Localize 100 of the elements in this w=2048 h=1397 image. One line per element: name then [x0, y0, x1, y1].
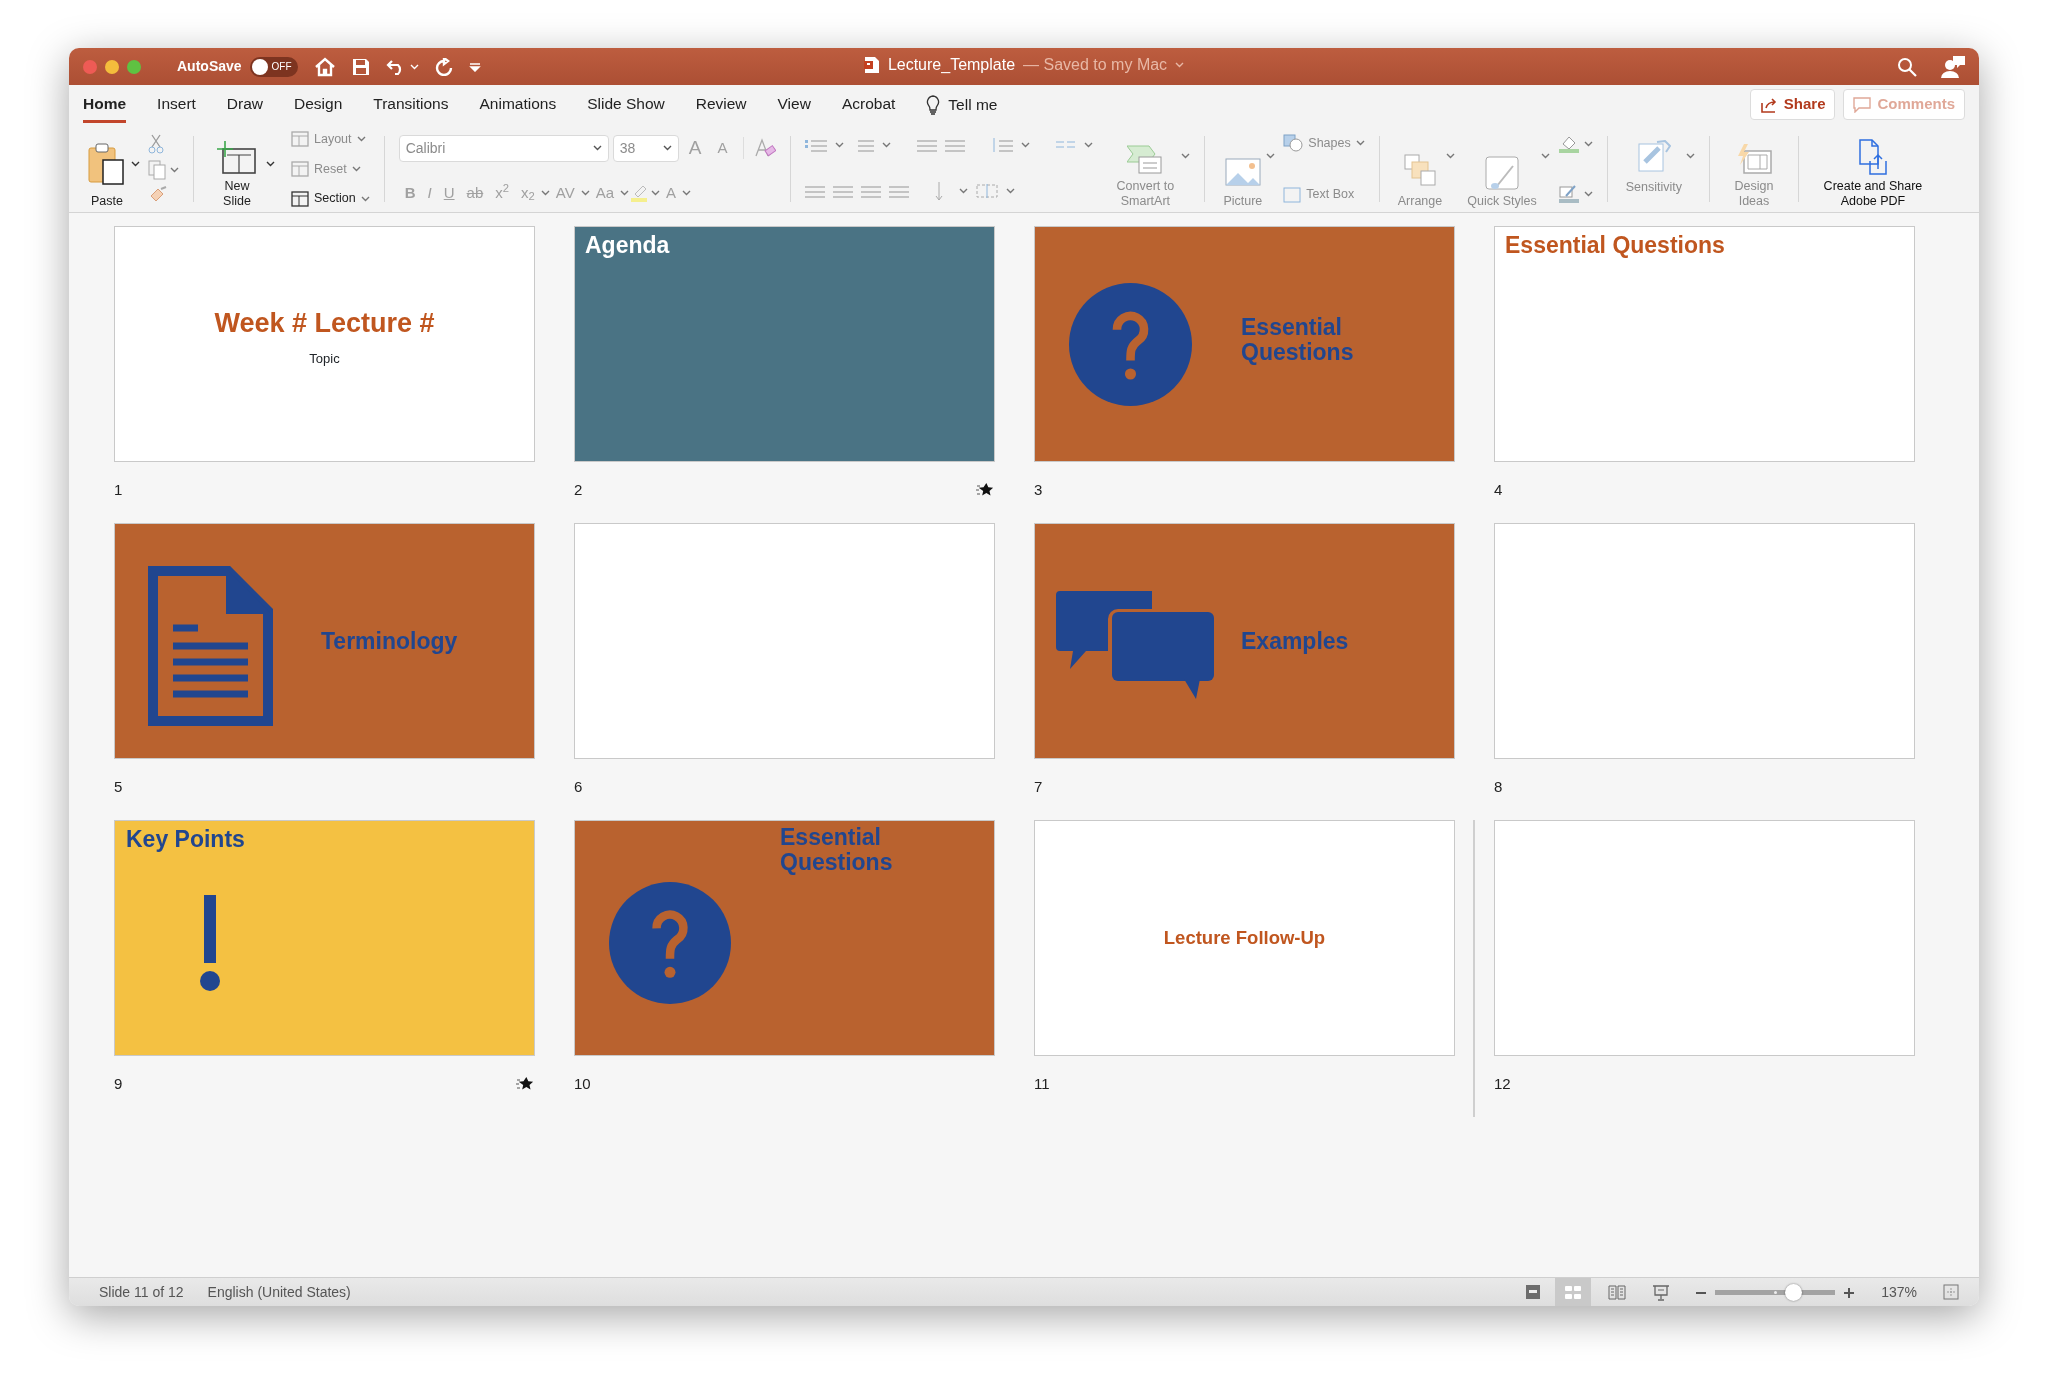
slide-thumbnail[interactable] — [574, 523, 995, 759]
ribbon-tab[interactable]: Draw — [226, 85, 263, 124]
slide-thumbnail[interactable]: Lecture Follow-Up — [1034, 820, 1455, 1056]
slide-title: Essential Questions — [780, 825, 894, 876]
slide-thumbnail[interactable]: Essential Questions — [574, 820, 995, 1056]
zoom-button[interactable] — [127, 59, 141, 74]
autosave-label: AutoSave — [177, 57, 242, 76]
text-box-icon — [1283, 186, 1302, 203]
ribbon-tab[interactable]: Review — [695, 85, 747, 124]
sensitivity-icon — [1636, 139, 1671, 172]
slide-title: Examples — [1241, 629, 1349, 655]
slide-thumbnail[interactable] — [1494, 523, 1915, 759]
shape-fill-icon[interactable] — [1557, 134, 1580, 154]
slide-thumbnail[interactable]: Key Points — [114, 820, 535, 1056]
picture-icon — [1224, 157, 1261, 186]
document-title: Lecture_Template — [887, 54, 1016, 75]
autosave-toggle[interactable]: OFF — [249, 56, 298, 77]
paste-button[interactable]: Paste — [83, 130, 131, 208]
slide-thumbnail[interactable]: Agenda — [574, 226, 995, 462]
home-icon[interactable] — [313, 56, 336, 77]
slide-subtitle: Topic — [309, 350, 340, 369]
slide-thumbnail[interactable] — [1494, 820, 1915, 1056]
new-slide-icon — [217, 141, 257, 176]
slide-number: 5 — [114, 777, 123, 797]
format-button[interactable]: x$^{2}$ — [489, 181, 515, 204]
comment-icon — [1853, 96, 1872, 113]
create-adobe-pdf-button[interactable]: Create and Share Adobe PDF — [1812, 130, 1933, 208]
slide-number: 6 — [574, 777, 583, 797]
ribbon-tab[interactable]: View — [777, 85, 811, 124]
format-button[interactable]: B — [398, 181, 422, 204]
slide-thumbnail[interactable]: Terminology — [114, 523, 535, 759]
slide-number: 9 — [114, 1074, 123, 1094]
minimize-button[interactable] — [105, 59, 119, 74]
save-icon[interactable] — [351, 57, 370, 76]
caret-icon[interactable] — [266, 160, 275, 167]
question-circle-icon — [609, 882, 731, 1004]
save-status[interactable]: — Saved to my Mac — [1023, 52, 1168, 77]
slide-title: Key Points — [126, 827, 245, 853]
normal-view-icon — [1524, 1283, 1543, 1301]
slide-counter: Slide 11 of 12 — [99, 1282, 184, 1302]
format-button[interactable]: ab — [460, 181, 490, 204]
new-slide-button[interactable]: New Slide — [208, 130, 266, 208]
format-button[interactable]: x$_{2}$ — [515, 181, 541, 204]
share-icon — [1759, 96, 1778, 113]
slide-thumbnail[interactable]: Essential Questions — [1034, 226, 1455, 462]
slide-thumbnail[interactable]: Essential Questions — [1494, 226, 1915, 462]
shape-outline-icon[interactable] — [1557, 184, 1580, 204]
clipboard-icon — [87, 141, 127, 186]
format-button[interactable]: AV — [549, 181, 581, 204]
zoom-percentage[interactable]: 137% — [1881, 1281, 1917, 1303]
design-ideas-icon — [1735, 143, 1772, 176]
slide-number: 10 — [574, 1074, 591, 1094]
format-button[interactable]: A — [660, 181, 683, 204]
slide-number: 7 — [1034, 777, 1043, 797]
slide-layout-icon — [291, 161, 309, 177]
zoom-slider-thumb[interactable] — [1785, 1283, 1803, 1301]
slide-sorter-icon — [1564, 1283, 1583, 1301]
smartart-icon — [1127, 145, 1164, 176]
clear-formatting-icon[interactable] — [754, 138, 777, 159]
slide-number: 3 — [1034, 480, 1043, 500]
slide-number: 8 — [1494, 777, 1503, 797]
slide-number: 1 — [114, 480, 123, 500]
slideshow-icon — [1652, 1283, 1671, 1301]
ribbon-tab[interactable]: Animations — [479, 85, 557, 124]
ribbon-tab[interactable]: Insert — [157, 85, 196, 124]
redo-icon[interactable] — [434, 57, 453, 76]
slide-title: Agenda — [585, 233, 670, 259]
presentation-file-icon — [863, 55, 880, 74]
ribbon-tab[interactable]: Design — [294, 85, 343, 124]
share-button[interactable]: Share — [1749, 89, 1836, 120]
question-circle-icon — [1069, 283, 1192, 406]
slide-number: 12 — [1494, 1074, 1511, 1094]
scissors-icon[interactable] — [148, 134, 164, 154]
caret-icon[interactable] — [662, 145, 672, 152]
customize-icon[interactable] — [468, 61, 481, 72]
caret-icon[interactable] — [131, 160, 140, 167]
tell-me-search[interactable]: Tell me — [948, 92, 998, 117]
language-status[interactable]: English (United States) — [207, 1281, 351, 1303]
search-icon[interactable] — [1897, 56, 1917, 77]
zoom-in-icon[interactable] — [1843, 1286, 1856, 1299]
format-button[interactable]: Aa — [589, 181, 621, 204]
person-feedback-icon[interactable] — [1941, 55, 1965, 78]
slide-thumbnail[interactable]: Week # Lecture # Topic — [114, 226, 535, 462]
slide-title: Essential Questions — [1505, 233, 1725, 259]
lightbulb-icon[interactable] — [926, 94, 941, 115]
slide-layout-icon — [291, 131, 309, 148]
format-painter-icon[interactable] — [148, 186, 168, 204]
pdf-share-icon — [1857, 139, 1888, 176]
slide-thumbnail[interactable]: Examples — [1034, 523, 1455, 759]
format-button[interactable]: U — [437, 181, 461, 204]
slide-number: 4 — [1494, 480, 1503, 500]
ribbon-tab[interactable]: Acrobat — [841, 85, 896, 124]
shapes-icon — [1283, 134, 1304, 153]
ribbon-tab[interactable]: Slide Show — [587, 85, 665, 124]
ribbon-tab[interactable]: Transitions — [373, 85, 449, 124]
slide-number: 2 — [574, 480, 583, 500]
slide-command[interactable]: Section — [291, 189, 370, 208]
slide-title: Essential Questions — [1241, 315, 1355, 366]
arrange-icon — [1403, 153, 1436, 186]
format-button[interactable]: I — [421, 181, 438, 204]
